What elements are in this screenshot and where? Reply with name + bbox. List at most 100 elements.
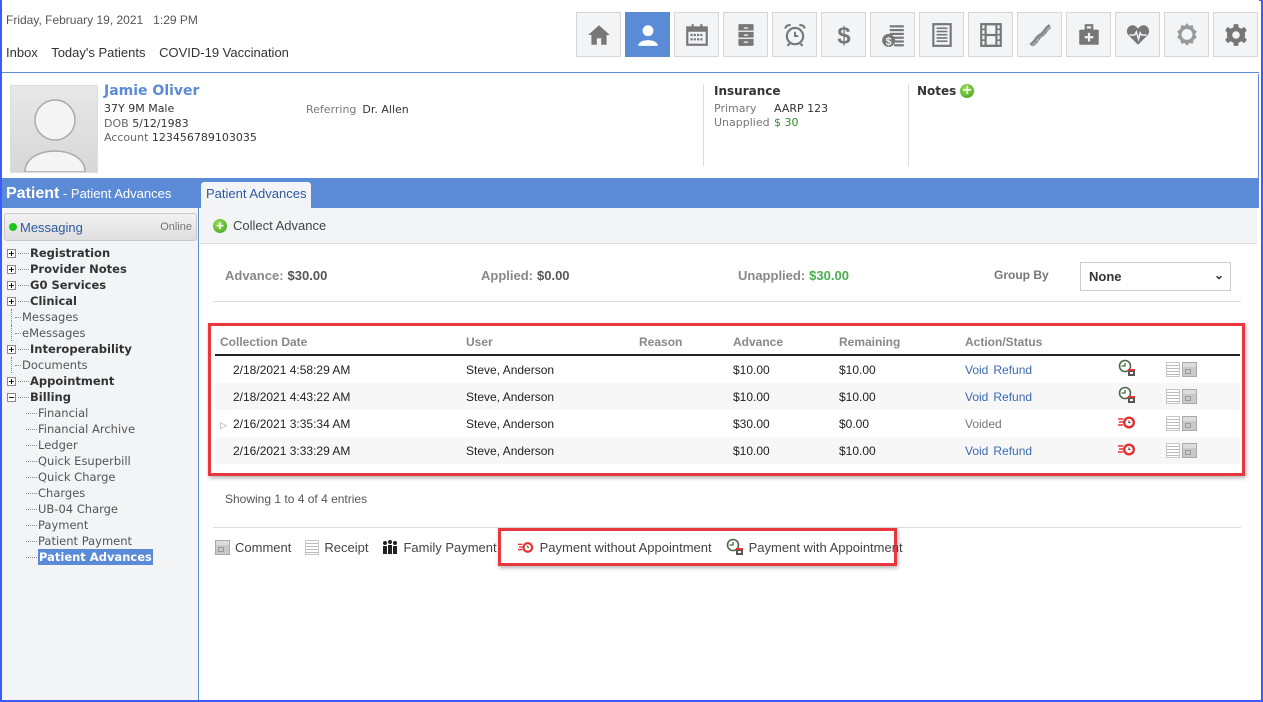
expand-icon[interactable]: + — [7, 280, 16, 290]
comment-icon[interactable] — [1182, 389, 1197, 404]
expand-icon[interactable]: + — [7, 296, 16, 306]
patient-button[interactable] — [625, 12, 670, 57]
home-button[interactable] — [576, 12, 621, 57]
expand-icon[interactable]: + — [7, 264, 16, 274]
receipt-icon[interactable] — [1166, 443, 1180, 458]
refund-link[interactable]: Refund — [993, 444, 1032, 458]
svg-text:$: $ — [885, 35, 891, 47]
tree-item-financial[interactable]: Financial — [7, 405, 153, 421]
payment-without-appointment-icon[interactable] — [1118, 413, 1136, 431]
quality-button[interactable] — [1164, 12, 1209, 57]
reminders-button[interactable] — [772, 12, 817, 57]
payment-without-appointment-icon[interactable] — [1118, 440, 1136, 458]
tree-item-g0-services[interactable]: + G0 Services — [7, 277, 153, 293]
expand-icon[interactable]: + — [7, 344, 16, 354]
tree-item-patient-payment[interactable]: Patient Payment — [7, 533, 153, 549]
tree-item-quick-charge[interactable]: Quick Charge — [7, 469, 153, 485]
patient-name[interactable]: Jamie Oliver — [104, 83, 199, 99]
tab-patient-advances[interactable]: Patient Advances — [201, 182, 312, 208]
tree-item-billing[interactable]: − Billing — [7, 389, 153, 405]
void-link[interactable]: Void — [965, 390, 988, 404]
payment-with-appointment-icon[interactable] — [1118, 386, 1136, 404]
tree-item-messages[interactable]: Messages — [7, 309, 153, 325]
notes-panel: Notes + — [908, 84, 975, 166]
refund-link[interactable]: Refund — [993, 363, 1032, 377]
health-button[interactable] — [1115, 12, 1160, 57]
tree-item-ub04-charge[interactable]: UB-04 Charge — [7, 501, 153, 517]
filing-cabinet-button[interactable] — [723, 12, 768, 57]
refund-link[interactable]: Refund — [993, 390, 1032, 404]
tree-item-label: Patient Payment — [38, 534, 133, 548]
alarm-clock-icon — [783, 23, 806, 47]
comment-icon[interactable] — [1182, 362, 1197, 377]
payment-with-appointment-icon[interactable] — [1118, 359, 1136, 377]
advance-amount: $10.00 — [733, 389, 770, 404]
expand-icon[interactable]: + — [7, 376, 16, 386]
col-remaining[interactable]: Remaining — [839, 335, 965, 349]
tree-item-documents[interactable]: Documents — [7, 357, 153, 373]
family-payment-button[interactable]: Family Payment — [382, 540, 497, 555]
void-link[interactable]: Void — [965, 363, 988, 377]
col-advance[interactable]: Advance — [733, 335, 839, 349]
tree-item-emessages[interactable]: eMessages — [7, 325, 153, 341]
tree-item-registration[interactable]: + Registration — [7, 245, 153, 261]
billing-button[interactable]: $ — [870, 12, 915, 57]
messaging-button[interactable]: Messaging Online — [4, 213, 197, 241]
comment-icon[interactable] — [1182, 443, 1197, 458]
documents-button[interactable] — [919, 12, 964, 57]
tree-item-ledger[interactable]: Ledger — [7, 437, 153, 453]
tree-item-label: Quick Charge — [38, 470, 116, 484]
advance-label: Advance: — [225, 268, 284, 283]
tree-item-charges[interactable]: Charges — [7, 485, 153, 501]
advance-amount: $10.00 — [733, 443, 770, 458]
payment-with-appointment-label: Payment with Appointment — [748, 539, 903, 555]
collapse-icon[interactable]: − — [7, 392, 16, 402]
void-link[interactable]: Void — [965, 444, 988, 458]
expand-icon[interactable]: + — [7, 248, 16, 258]
add-note-icon[interactable]: + — [960, 84, 975, 98]
remaining-amount: $10.00 — [839, 389, 876, 404]
comment-icon[interactable] — [1182, 416, 1197, 431]
payment-with-appointment-button[interactable]: Payment with Appointment — [726, 538, 903, 556]
expand-row-caret-icon[interactable]: ▷ — [220, 420, 227, 431]
heart-pulse-icon — [1126, 24, 1149, 45]
collection-date: 2/18/2021 4:58:29 AM — [233, 362, 351, 377]
receipt-icon[interactable] — [1166, 362, 1180, 377]
tree-item-interoperability[interactable]: + Interoperability — [7, 341, 153, 357]
col-reason[interactable]: Reason — [639, 335, 733, 349]
nav-todays-patients[interactable]: Today's Patients — [51, 45, 145, 60]
receipt-icon[interactable] — [1166, 389, 1180, 404]
col-user[interactable]: User — [466, 335, 639, 349]
medical-kit-button[interactable] — [1066, 12, 1111, 57]
tree-item-clinical[interactable]: + Clinical — [7, 293, 153, 309]
tree-item-quick-esuperbill[interactable]: Quick Esuperbill — [7, 453, 153, 469]
collect-advance-button[interactable]: + Collect Advance — [213, 218, 326, 233]
patient-header: Jamie Oliver 37Y 9M Male DOB 5/12/1983 A… — [2, 74, 1259, 178]
col-collection-date[interactable]: Collection Date — [215, 335, 466, 349]
tree-item-appointment[interactable]: + Appointment — [7, 373, 153, 389]
dna-icon — [1028, 23, 1051, 47]
payment-without-appointment-label: Payment without Appointment — [539, 539, 712, 555]
media-button[interactable] — [968, 12, 1013, 57]
genomics-button[interactable] — [1017, 12, 1062, 57]
group-by-select[interactable]: None ⌄ — [1080, 262, 1231, 291]
nav-covid-vaccination[interactable]: COVID-19 Vaccination — [159, 45, 289, 60]
billing-coins-icon: $ — [881, 24, 904, 47]
receipt-button[interactable]: Receipt — [305, 539, 368, 555]
nav-inbox[interactable]: Inbox — [6, 45, 38, 60]
add-icon: + — [213, 218, 227, 233]
calendar-button[interactable] — [674, 12, 719, 57]
medical-kit-icon — [1078, 23, 1099, 45]
section-header-band: Patient - Patient Advances Patient Advan… — [2, 178, 1259, 208]
tree-item-patient-advances[interactable]: Patient Advances — [7, 549, 153, 565]
comment-button[interactable]: Comment — [215, 539, 291, 555]
top-bar: Friday, February 19, 2021 1:29 PM Inbox … — [2, 0, 1259, 73]
receipt-icon[interactable] — [1166, 416, 1180, 431]
tree-item-provider-notes[interactable]: + Provider Notes — [7, 261, 153, 277]
tree-item-financial-archive[interactable]: Financial Archive — [7, 421, 153, 437]
payment-without-appointment-button[interactable]: Payment without Appointment — [517, 539, 712, 555]
tree-item-label: UB-04 Charge — [38, 502, 119, 516]
tree-item-payment[interactable]: Payment — [7, 517, 153, 533]
dollar-button[interactable]: $ — [821, 12, 866, 57]
settings-button[interactable] — [1213, 12, 1258, 57]
